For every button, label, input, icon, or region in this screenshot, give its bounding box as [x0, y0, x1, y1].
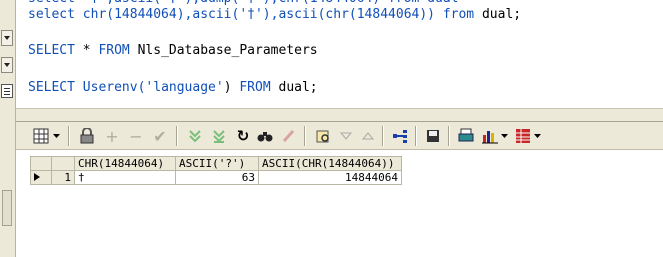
code-text: dual;: [270, 80, 318, 95]
row-number: 1: [51, 170, 75, 185]
next-record-icon[interactable]: [359, 127, 377, 145]
column-header[interactable]: CHR(14844064): [74, 156, 176, 171]
separator: [415, 126, 417, 146]
indicator-header: [30, 156, 52, 171]
separator: [176, 126, 178, 146]
scrollbar-thumb[interactable]: [2, 190, 12, 226]
document-icon[interactable]: [1, 84, 13, 98]
query-by-example-icon[interactable]: [314, 127, 332, 145]
keyword: select: [28, 7, 75, 22]
dropdown-arrow-icon[interactable]: [500, 127, 510, 145]
table-cell[interactable]: 14844064: [258, 170, 402, 185]
lock-icon[interactable]: [78, 127, 96, 145]
result-grid-area: CHR(14844064) ASCII('?') ASCII(CHR(14844…: [16, 150, 663, 257]
separator: [382, 126, 384, 146]
dropdown-button[interactable]: [1, 30, 13, 46]
code-text: Userenv(: [74, 80, 146, 95]
separator: [448, 126, 450, 146]
post-changes-icon[interactable]: ✔: [151, 127, 169, 146]
sql-line-2: SELECT * FROM Nls_Database_Parameters: [28, 43, 318, 59]
code-text: ): [223, 80, 240, 95]
current-row-indicator: [30, 170, 52, 185]
table-row[interactable]: 1 † 63 14844064: [30, 170, 402, 185]
grid-view-icon[interactable]: [32, 127, 50, 145]
keyword: FROM: [239, 80, 271, 95]
code-text: Nls_Database_Parameters: [129, 43, 318, 58]
chevron-down-icon: [4, 63, 10, 67]
code-text: chr(14844064),ascii('†'),ascii(chr(14844…: [74, 7, 443, 22]
result-toolbar: + − ✔ ↻: [16, 122, 663, 150]
fetch-last-icon[interactable]: [210, 127, 228, 145]
column-header[interactable]: ASCII('?'): [175, 156, 259, 171]
save-icon[interactable]: [424, 127, 442, 145]
separator: [304, 126, 306, 146]
delete-record-icon[interactable]: −: [127, 127, 145, 146]
left-side-panel: [0, 0, 16, 257]
sql-line-1: select chr(14844064),ascii('†'),ascii(ch…: [28, 7, 521, 23]
sql-line-3: SELECT Userenv('language') FROM dual;: [28, 80, 318, 96]
print-icon[interactable]: [457, 127, 475, 145]
column-header[interactable]: ASCII(CHR(14844064)): [258, 156, 402, 171]
result-grid: CHR(14844064) ASCII('?') ASCII(CHR(14844…: [30, 156, 402, 185]
dropdown-arrow-icon[interactable]: [533, 127, 543, 145]
find-icon[interactable]: [256, 127, 274, 145]
code-text: dual;: [474, 7, 522, 22]
previous-record-icon[interactable]: [337, 127, 355, 145]
export-icon[interactable]: [391, 127, 409, 145]
table-cell[interactable]: †: [74, 170, 176, 185]
sql-editor[interactable]: select '†',ascii('†'),dump('†'),chr(1484…: [16, 0, 663, 108]
pane-splitter[interactable]: [16, 108, 663, 122]
row-number-header: [51, 156, 75, 171]
keyword: SELECT: [28, 80, 75, 95]
keyword: SELECT: [28, 43, 75, 58]
refresh-icon[interactable]: ↻: [234, 127, 252, 145]
header-row: CHR(14844064) ASCII('?') ASCII(CHR(14844…: [30, 156, 402, 171]
keyword: from: [442, 7, 475, 22]
separator: [68, 126, 70, 146]
table-options-icon[interactable]: [514, 127, 532, 145]
dropdown-button[interactable]: [1, 57, 13, 73]
partial-previous-line: select '†',ascii('†'),dump('†'),chr(1484…: [28, 0, 458, 7]
keyword: FROM: [98, 43, 130, 58]
add-record-icon[interactable]: +: [103, 127, 121, 146]
chevron-down-icon: [4, 36, 10, 40]
chart-icon[interactable]: [481, 127, 499, 145]
dropdown-arrow-icon[interactable]: [52, 127, 62, 145]
fetch-next-icon[interactable]: [186, 127, 204, 145]
table-cell[interactable]: 63: [175, 170, 259, 185]
clear-icon[interactable]: [279, 127, 297, 145]
string-literal: 'language': [145, 80, 224, 95]
code-text: *: [74, 43, 99, 58]
row-pointer-icon: [34, 173, 40, 181]
